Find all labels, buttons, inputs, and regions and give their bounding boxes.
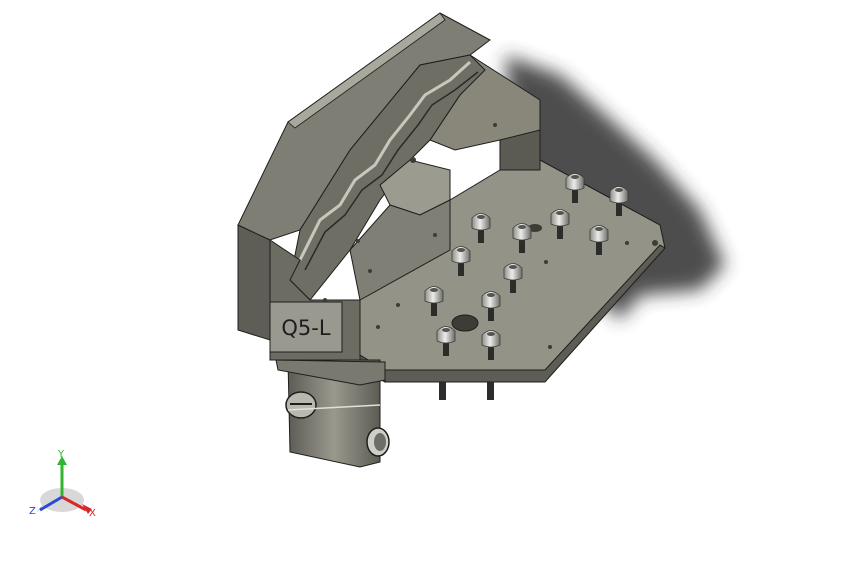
triad-z-label: Z [29,506,36,517]
triad-y-label: Y [57,449,65,460]
part-label-text: Q5-L [281,316,330,340]
coordinate-triad[interactable]: Y X Z [29,449,96,519]
cad-graphics-viewport[interactable]: Q5-L Y X Z [0,0,867,562]
triad-x-label: X [89,508,96,519]
cad-model-view[interactable]: Q5-L Y X Z [0,0,867,562]
